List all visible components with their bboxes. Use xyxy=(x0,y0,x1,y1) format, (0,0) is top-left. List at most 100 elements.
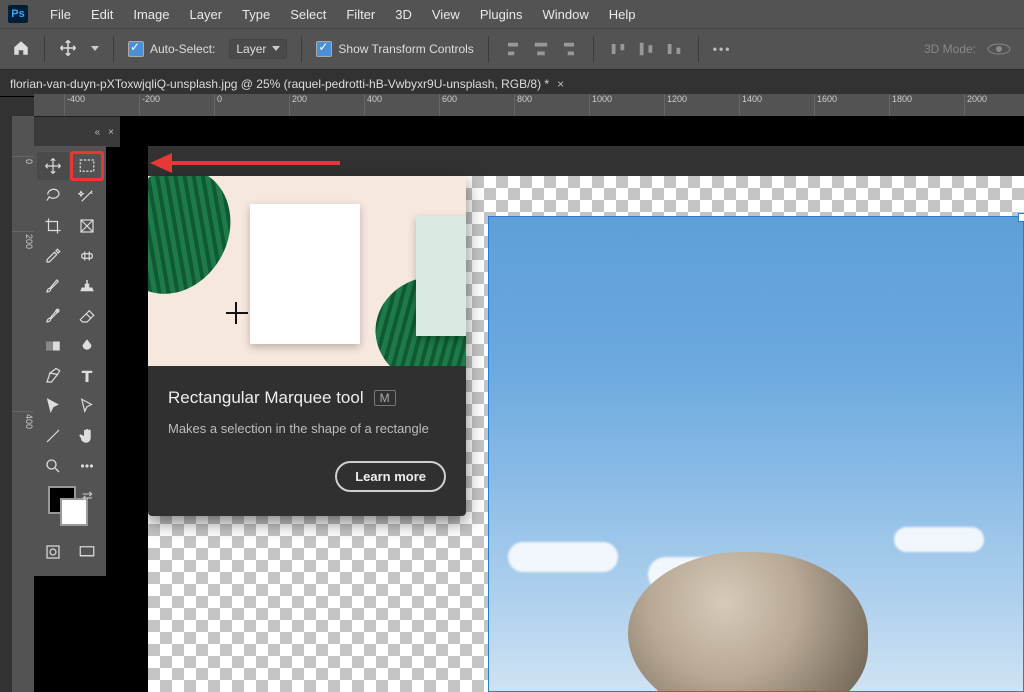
separator xyxy=(593,36,594,62)
menu-layer[interactable]: Layer xyxy=(182,5,231,24)
ruler-tick: 1400 xyxy=(739,94,762,116)
move-tool[interactable] xyxy=(37,152,69,180)
separator xyxy=(44,36,45,62)
history-brush-tool[interactable] xyxy=(37,302,69,330)
ruler-tick: 1000 xyxy=(589,94,612,116)
show-transform-checkbox[interactable]: Show Transform Controls xyxy=(316,41,473,57)
panel-collapse-strip[interactable]: « × xyxy=(34,116,120,147)
move-icon xyxy=(59,39,77,60)
quick-mask-tool[interactable] xyxy=(37,538,69,566)
close-tab-icon[interactable]: × xyxy=(557,77,564,91)
separator xyxy=(113,36,114,62)
brush-tool[interactable] xyxy=(37,272,69,300)
ruler-tick: 0 xyxy=(214,94,222,116)
learn-more-button[interactable]: Learn more xyxy=(335,461,446,492)
layer-dropdown-label: Layer xyxy=(236,42,266,56)
align-top-icon[interactable] xyxy=(608,39,628,59)
separator xyxy=(488,36,489,62)
ruler-tick: 400 xyxy=(12,411,34,429)
align-center-h-icon[interactable] xyxy=(531,39,551,59)
more-options-icon[interactable]: ••• xyxy=(713,42,732,56)
menu-filter[interactable]: Filter xyxy=(338,5,383,24)
document-tab-strip: florian-van-duyn-pXToxwjqliQ-unsplash.jp… xyxy=(0,70,1024,97)
line-tool[interactable] xyxy=(37,422,69,450)
align-middle-icon[interactable] xyxy=(636,39,656,59)
document-tab[interactable]: florian-van-duyn-pXToxwjqliQ-unsplash.jp… xyxy=(0,73,574,96)
pen-tool[interactable] xyxy=(37,362,69,390)
annotation-arrow xyxy=(150,156,340,170)
type-tool[interactable] xyxy=(71,362,103,390)
ruler-tick: 600 xyxy=(439,94,457,116)
menu-window[interactable]: Window xyxy=(534,5,596,24)
direct-select-tool[interactable] xyxy=(71,392,103,420)
ruler-tick: 200 xyxy=(289,94,307,116)
healing-brush-tool[interactable] xyxy=(71,242,103,270)
menu-help[interactable]: Help xyxy=(601,5,644,24)
tools-panel: ⇄ xyxy=(34,146,106,576)
menu-3d[interactable]: 3D xyxy=(387,5,420,24)
ruler-tick: -200 xyxy=(139,94,160,116)
menu-edit[interactable]: Edit xyxy=(83,5,121,24)
frame-tool[interactable] xyxy=(71,212,103,240)
crop-tool[interactable] xyxy=(37,212,69,240)
ruler-tick: 1200 xyxy=(664,94,687,116)
hand-tool[interactable] xyxy=(71,422,103,450)
zoom-tool[interactable] xyxy=(37,452,69,480)
menu-type[interactable]: Type xyxy=(234,5,278,24)
ruler-vertical: 0 200 400 xyxy=(12,116,35,692)
3d-mode-label: 3D Mode: xyxy=(924,41,1012,57)
show-transform-label: Show Transform Controls xyxy=(338,42,473,56)
align-right-icon[interactable] xyxy=(559,39,579,59)
collapse-icon[interactable]: « xyxy=(95,127,101,138)
menu-select[interactable]: Select xyxy=(282,5,334,24)
3d-orbit-icon[interactable] xyxy=(986,41,1012,57)
menu-file[interactable]: File xyxy=(42,5,79,24)
close-icon[interactable]: × xyxy=(108,127,114,138)
magic-wand-tool[interactable] xyxy=(71,182,103,210)
align-bottom-icon[interactable] xyxy=(664,39,684,59)
eraser-tool[interactable] xyxy=(71,302,103,330)
ruler-tick: 1800 xyxy=(889,94,912,116)
home-button[interactable] xyxy=(12,39,30,60)
auto-select-label: Auto-Select: xyxy=(150,42,215,56)
ruler-tick: 0 xyxy=(12,156,34,164)
ruler-horizontal: -400 -200 0 200 400 600 800 1000 1200 14… xyxy=(34,94,1024,117)
tooltip-title: Rectangular Marquee tool xyxy=(168,388,364,408)
auto-select-checkbox[interactable]: Auto-Select: xyxy=(128,41,215,57)
ruler-tick: -400 xyxy=(64,94,85,116)
menu-view[interactable]: View xyxy=(424,5,468,24)
tooltip-shortcut: M xyxy=(374,390,396,406)
workspace: Rectangular Marquee tool M Makes a selec… xyxy=(34,116,1024,692)
ruler-tick: 400 xyxy=(364,94,382,116)
tooltip-preview xyxy=(148,176,466,366)
blur-tool[interactable] xyxy=(71,332,103,360)
marquee-tool[interactable] xyxy=(71,152,103,180)
separator xyxy=(698,36,699,62)
chevron-down-icon[interactable] xyxy=(91,45,99,53)
layer-dropdown[interactable]: Layer xyxy=(229,39,287,59)
photo-layer[interactable] xyxy=(488,216,1024,692)
menu-image[interactable]: Image xyxy=(125,5,177,24)
align-left-icon[interactable] xyxy=(503,39,523,59)
edit-toolbar-button[interactable] xyxy=(71,452,103,480)
app-logo: Ps xyxy=(8,5,28,23)
menu-plugins[interactable]: Plugins xyxy=(472,5,531,24)
ruler-tick: 2000 xyxy=(964,94,987,116)
color-swatches[interactable]: ⇄ xyxy=(34,486,106,534)
swap-colors-icon[interactable]: ⇄ xyxy=(82,488,93,504)
clone-stamp-tool[interactable] xyxy=(71,272,103,300)
menu-bar: Ps File Edit Image Layer Type Select Fil… xyxy=(0,0,1024,28)
ruler-tick: 200 xyxy=(12,231,34,249)
ruler-tick: 800 xyxy=(514,94,532,116)
tool-tooltip: Rectangular Marquee tool M Makes a selec… xyxy=(148,176,466,516)
separator xyxy=(301,36,302,62)
screen-mode-tool[interactable] xyxy=(71,538,103,566)
document-tab-label: florian-van-duyn-pXToxwjqliQ-unsplash.jp… xyxy=(10,77,549,91)
align-group-v xyxy=(608,39,684,59)
lasso-tool[interactable] xyxy=(37,182,69,210)
tooltip-description: Makes a selection in the shape of a rect… xyxy=(168,420,446,439)
eyedropper-tool[interactable] xyxy=(37,242,69,270)
path-select-tool[interactable] xyxy=(37,392,69,420)
gradient-tool[interactable] xyxy=(37,332,69,360)
align-group xyxy=(503,39,579,59)
